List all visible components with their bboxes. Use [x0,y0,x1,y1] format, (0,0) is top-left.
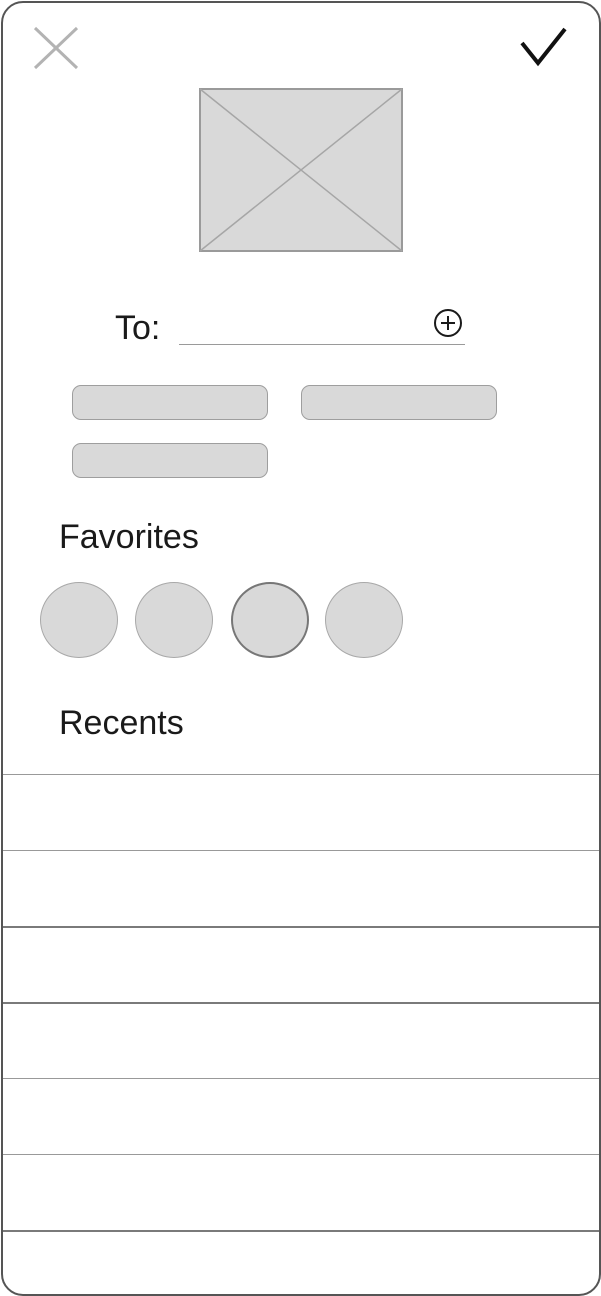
recipient-chip[interactable] [72,385,268,420]
phone-frame: To: Favorites Recents [1,1,601,1296]
list-item[interactable] [3,1154,599,1230]
close-button[interactable] [31,25,81,71]
image-placeholder-icon [199,88,403,252]
recents-list [3,774,599,1294]
favorite-contact-avatar[interactable] [135,582,213,658]
favorite-contact-avatar-selected[interactable] [231,582,309,658]
to-label: To: [115,309,161,347]
list-item[interactable] [3,1230,599,1294]
recents-heading: Recents [59,704,184,742]
favorite-contact-avatar[interactable] [40,582,118,658]
recipient-chip[interactable] [301,385,497,420]
image-placeholder[interactable] [199,88,403,252]
favorite-contact-avatar[interactable] [325,582,403,658]
recipient-chip[interactable] [72,443,268,478]
close-icon [33,26,79,70]
list-item[interactable] [3,926,599,1002]
favorites-heading: Favorites [59,518,199,556]
plus-circle-icon [434,309,462,337]
list-item[interactable] [3,1078,599,1154]
list-item[interactable] [3,774,599,850]
confirm-button[interactable] [519,25,569,69]
recipient-input[interactable] [179,303,465,345]
checkmark-icon [520,27,567,67]
list-item[interactable] [3,850,599,926]
add-recipient-button[interactable] [432,307,464,339]
list-item[interactable] [3,1002,599,1078]
